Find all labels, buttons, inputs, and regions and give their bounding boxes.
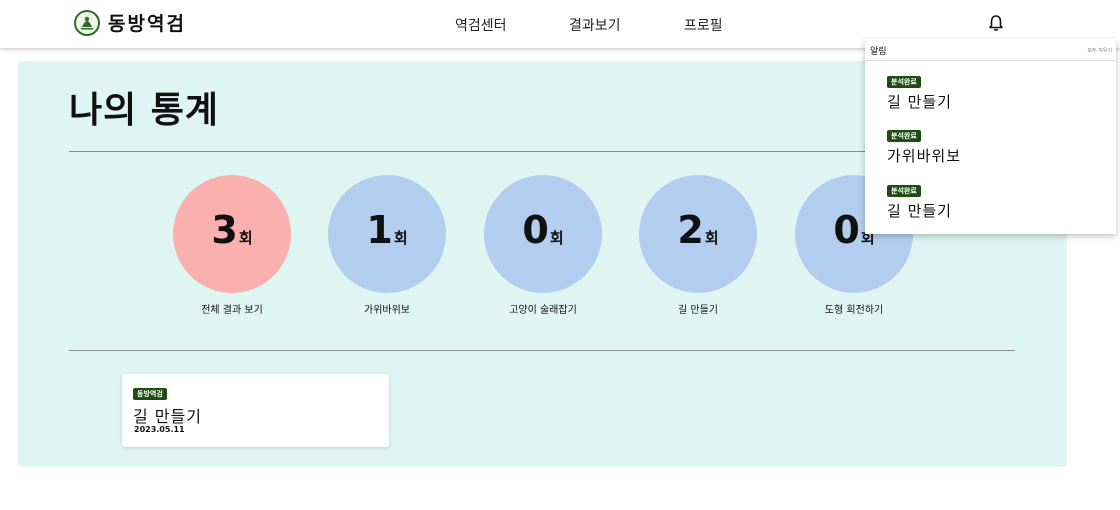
result-badge: 동방역검 — [133, 388, 167, 401]
notification-badge: 분석완료 — [887, 76, 921, 89]
result-title: 길 만들기 — [133, 407, 202, 426]
notification-header: 알림 모두 지우기 — [865, 39, 1116, 61]
stat-circle: 2회 — [639, 175, 757, 293]
stat-unit: 회 — [704, 229, 719, 247]
notification-item[interactable]: 분석완료 길 만들기 — [887, 185, 952, 221]
result-card[interactable]: 동방역검 길 만들기 2023.05.11 — [122, 374, 389, 447]
notification-item[interactable]: 분석완료 가위바위보 — [887, 130, 961, 166]
stat-path-making[interactable]: 2회 길 만들기 — [639, 175, 757, 316]
stat-unit: 회 — [393, 229, 408, 247]
stat-count: 1 — [366, 208, 393, 252]
stat-count: 0 — [522, 208, 549, 252]
notification-dropdown: 알림 모두 지우기 분석완료 길 만들기 분석완료 가위바위보 분석완료 길 만… — [865, 39, 1116, 234]
stat-label: 가위바위보 — [364, 305, 410, 316]
notification-item-title: 길 만들기 — [887, 202, 952, 221]
stat-circle: 0회 — [484, 175, 602, 293]
stat-circle: 3회 — [173, 175, 291, 293]
stat-label: 길 만들기 — [678, 305, 718, 316]
logo[interactable]: 동방역검 — [74, 9, 186, 36]
nav-item-results[interactable]: 결과보기 — [569, 15, 621, 35]
notification-title: 알림 — [870, 47, 887, 57]
logo-text: 동방역검 — [108, 13, 186, 35]
stat-unit: 회 — [549, 229, 564, 247]
logo-emblem-icon — [74, 9, 100, 36]
nav-item-profile[interactable]: 프로필 — [684, 15, 723, 35]
notification-badge: 분석완료 — [887, 130, 921, 143]
nav-item-test-center[interactable]: 역검센터 — [455, 15, 507, 35]
stat-label: 전체 결과 보기 — [201, 305, 263, 316]
stat-count: 0 — [833, 208, 860, 252]
bell-icon[interactable] — [987, 13, 1005, 33]
stat-rock-paper-scissors[interactable]: 1회 가위바위보 — [328, 175, 446, 316]
stat-count: 3 — [211, 208, 238, 252]
notification-badge: 분석완료 — [887, 185, 921, 198]
stat-label: 도형 회전하기 — [824, 305, 884, 316]
clear-all-button[interactable]: 모두 지우기 — [1087, 47, 1112, 54]
page-title: 나의 통계 — [69, 90, 220, 131]
stat-circle: 1회 — [328, 175, 446, 293]
stat-total-results[interactable]: 3회 전체 결과 보기 — [173, 175, 291, 316]
stat-count: 2 — [677, 208, 704, 252]
divider — [69, 350, 1015, 351]
stat-unit: 회 — [238, 229, 253, 247]
stat-label: 고양이 술래잡기 — [509, 305, 577, 316]
stat-cat-tag[interactable]: 0회 고양이 술래잡기 — [484, 175, 602, 316]
notification-item-title: 가위바위보 — [887, 147, 962, 166]
notification-item-title: 길 만들기 — [887, 93, 952, 112]
notification-item[interactable]: 분석완료 길 만들기 — [887, 76, 952, 112]
result-date: 2023.05.11 — [134, 425, 185, 434]
